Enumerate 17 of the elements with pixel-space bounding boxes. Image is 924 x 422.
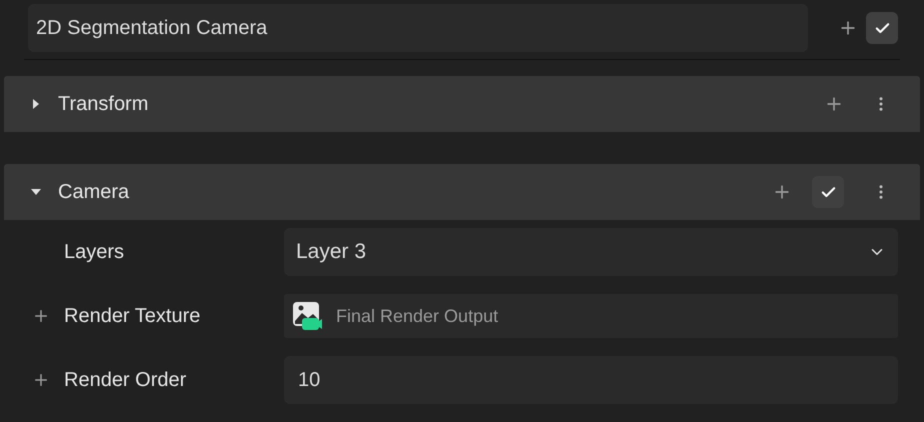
add-icon[interactable] — [32, 371, 50, 389]
property-label: Render Texture — [64, 304, 200, 329]
component-header[interactable]: Camera — [4, 164, 920, 220]
property-label: Layers — [64, 240, 124, 265]
add-icon[interactable] — [32, 307, 50, 325]
layers-dropdown[interactable]: Layer 3 — [284, 228, 898, 276]
enable-checkbox[interactable] — [866, 12, 898, 44]
enable-checkbox[interactable] — [812, 176, 844, 208]
component-title: Transform — [58, 92, 150, 117]
component-title: Camera — [58, 180, 130, 205]
asset-name: Final Render Output — [336, 304, 498, 328]
asset-field[interactable]: Final Render Output — [284, 294, 898, 338]
component-header[interactable]: Transform — [4, 76, 920, 132]
number-field[interactable]: 10 — [284, 356, 898, 404]
property-label: Render Order — [64, 368, 186, 393]
name-field[interactable]: 2D Segmentation Camera — [28, 4, 808, 52]
image-icon — [292, 301, 322, 331]
